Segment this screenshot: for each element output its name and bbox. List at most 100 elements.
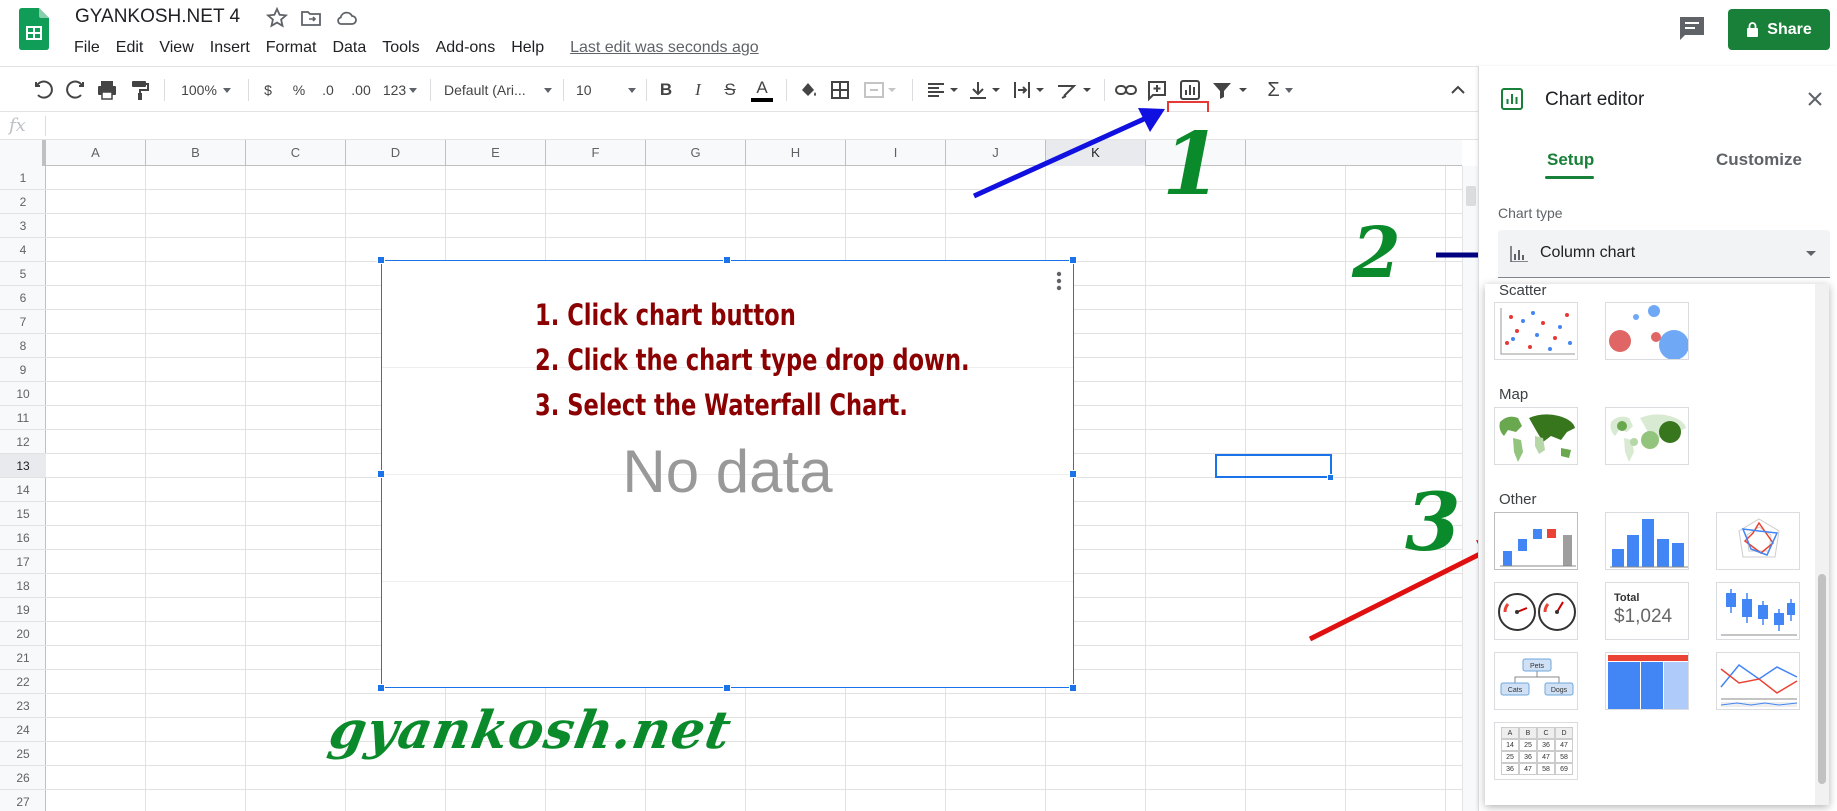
functions-button[interactable]: Σ bbox=[1264, 78, 1296, 102]
column-header-i[interactable]: I bbox=[846, 140, 946, 166]
histogram-chart-option[interactable] bbox=[1605, 512, 1689, 570]
row-header-23[interactable]: 23 bbox=[0, 694, 46, 718]
resize-handle[interactable] bbox=[377, 684, 385, 692]
candlestick-chart-option[interactable] bbox=[1716, 582, 1800, 640]
menu-file[interactable]: File bbox=[74, 36, 108, 60]
chart-list-scrollbar[interactable] bbox=[1815, 284, 1829, 805]
tab-setup[interactable]: Setup bbox=[1547, 150, 1594, 170]
filter-icon[interactable] bbox=[1210, 78, 1250, 102]
scatter-chart-option[interactable] bbox=[1494, 302, 1578, 360]
row-header-24[interactable]: 24 bbox=[0, 718, 46, 742]
undo-icon[interactable] bbox=[32, 78, 56, 102]
close-icon[interactable] bbox=[1806, 90, 1824, 108]
resize-handle[interactable] bbox=[1069, 684, 1077, 692]
decrease-decimal-button[interactable]: .0 bbox=[318, 78, 338, 102]
row-header-15[interactable]: 15 bbox=[0, 502, 46, 526]
resize-handle[interactable] bbox=[1069, 470, 1077, 478]
row-header-8[interactable]: 8 bbox=[0, 334, 46, 358]
row-header-10[interactable]: 10 bbox=[0, 382, 46, 406]
vertical-align-icon[interactable] bbox=[966, 78, 1002, 102]
row-header-19[interactable]: 19 bbox=[0, 598, 46, 622]
column-header-a[interactable]: A bbox=[46, 140, 146, 166]
row-header-20[interactable]: 20 bbox=[0, 622, 46, 646]
more-vert-icon[interactable] bbox=[1055, 269, 1063, 293]
embedded-chart[interactable]: 1. Click chart button 2. Click the chart… bbox=[381, 260, 1074, 688]
gauge-chart-option[interactable] bbox=[1494, 582, 1578, 640]
menu-help[interactable]: Help bbox=[503, 36, 552, 60]
resize-handle[interactable] bbox=[723, 684, 731, 692]
column-header-g[interactable]: G bbox=[646, 140, 746, 166]
row-header-17[interactable]: 17 bbox=[0, 550, 46, 574]
redo-icon[interactable] bbox=[63, 78, 87, 102]
text-wrapping-icon[interactable] bbox=[1010, 78, 1046, 102]
paint-format-icon[interactable] bbox=[128, 78, 152, 102]
scrollbar-thumb[interactable] bbox=[1466, 186, 1476, 206]
menu-tools[interactable]: Tools bbox=[374, 36, 427, 60]
scorecard-chart-option[interactable]: Total $1,024 bbox=[1605, 582, 1689, 640]
row-header-3[interactable]: 3 bbox=[0, 214, 46, 238]
menu-data[interactable]: Data bbox=[324, 36, 374, 60]
comment-history-icon[interactable] bbox=[1676, 14, 1708, 42]
borders-icon[interactable] bbox=[828, 78, 852, 102]
document-title[interactable]: GYANKOSH.NET 4 bbox=[75, 6, 240, 28]
number-format-select[interactable]: 123 bbox=[381, 78, 419, 102]
timeline-chart-option[interactable] bbox=[1716, 652, 1800, 710]
treemap-chart-option[interactable] bbox=[1605, 652, 1689, 710]
row-header-4[interactable]: 4 bbox=[0, 238, 46, 262]
move-folder-icon[interactable] bbox=[299, 6, 323, 30]
geo-chart-option[interactable] bbox=[1494, 407, 1578, 465]
menu-format[interactable]: Format bbox=[258, 36, 325, 60]
org-chart-option[interactable]: Pets Cats Dogs bbox=[1494, 652, 1578, 710]
column-header-d[interactable]: D bbox=[346, 140, 446, 166]
font-family-select[interactable]: Default (Ari... bbox=[444, 78, 552, 102]
text-color-button[interactable]: A bbox=[751, 78, 773, 102]
row-header-9[interactable]: 9 bbox=[0, 358, 46, 382]
collapse-toolbar-icon[interactable] bbox=[1448, 78, 1468, 102]
row-header-26[interactable]: 26 bbox=[0, 766, 46, 790]
column-header-c[interactable]: C bbox=[246, 140, 346, 166]
align-left-icon[interactable] bbox=[924, 78, 960, 102]
sheets-logo-icon[interactable] bbox=[19, 8, 49, 50]
insert-chart-icon[interactable] bbox=[1178, 78, 1202, 102]
row-header-12[interactable]: 12 bbox=[0, 430, 46, 454]
text-rotation-icon[interactable] bbox=[1054, 78, 1094, 102]
row-header-11[interactable]: 11 bbox=[0, 406, 46, 430]
chart-type-dropdown[interactable]: Column chart bbox=[1498, 230, 1830, 278]
resize-handle[interactable] bbox=[377, 256, 385, 264]
fill-color-icon[interactable] bbox=[796, 78, 820, 102]
tab-customize[interactable]: Customize bbox=[1716, 150, 1802, 170]
row-header-7[interactable]: 7 bbox=[0, 310, 46, 334]
bold-button[interactable]: B bbox=[656, 78, 676, 102]
fill-handle[interactable] bbox=[1327, 474, 1334, 481]
row-header-16[interactable]: 16 bbox=[0, 526, 46, 550]
zoom-select[interactable]: 100% bbox=[176, 78, 236, 102]
resize-handle[interactable] bbox=[1069, 256, 1077, 264]
column-header-b[interactable]: B bbox=[146, 140, 246, 166]
star-icon[interactable] bbox=[265, 6, 289, 30]
row-header-22[interactable]: 22 bbox=[0, 670, 46, 694]
menu-addons[interactable]: Add-ons bbox=[428, 36, 504, 60]
row-header-14[interactable]: 14 bbox=[0, 478, 46, 502]
currency-button[interactable]: $ bbox=[260, 78, 276, 102]
scrollbar-thumb[interactable] bbox=[1818, 574, 1826, 784]
radar-chart-option[interactable] bbox=[1716, 512, 1800, 570]
row-header-6[interactable]: 6 bbox=[0, 286, 46, 310]
geo-marker-chart-option[interactable] bbox=[1605, 407, 1689, 465]
select-all-corner[interactable] bbox=[0, 140, 46, 166]
cloud-saved-icon[interactable] bbox=[334, 6, 358, 30]
column-header-e[interactable]: E bbox=[446, 140, 546, 166]
menu-insert[interactable]: Insert bbox=[202, 36, 258, 60]
share-button[interactable]: Share bbox=[1728, 9, 1830, 50]
merge-cells-icon[interactable] bbox=[862, 78, 898, 102]
insert-comment-icon[interactable] bbox=[1145, 78, 1169, 102]
waterfall-chart-option[interactable] bbox=[1494, 512, 1578, 570]
row-header-25[interactable]: 25 bbox=[0, 742, 46, 766]
insert-link-icon[interactable] bbox=[1114, 78, 1138, 102]
resize-handle[interactable] bbox=[723, 256, 731, 264]
last-edit-link[interactable]: Last edit was seconds ago bbox=[552, 36, 759, 60]
row-header-5[interactable]: 5 bbox=[0, 262, 46, 286]
row-header-13[interactable]: 13 bbox=[0, 454, 46, 478]
row-header-18[interactable]: 18 bbox=[0, 574, 46, 598]
column-header-h[interactable]: H bbox=[746, 140, 846, 166]
strikethrough-button[interactable]: S bbox=[720, 78, 740, 102]
